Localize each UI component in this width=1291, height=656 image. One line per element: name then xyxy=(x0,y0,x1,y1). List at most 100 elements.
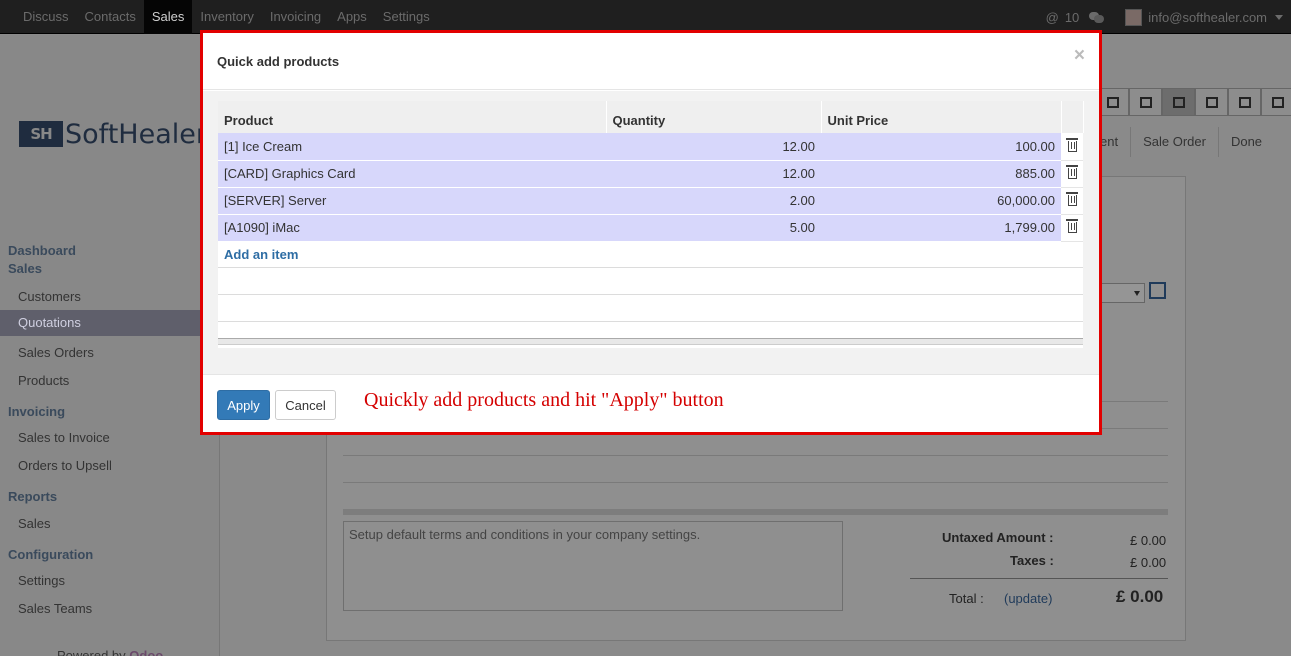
delete-row-button[interactable] xyxy=(1061,133,1083,161)
column-actions xyxy=(1061,101,1084,133)
pivot-view-button[interactable] xyxy=(1228,88,1261,116)
divider xyxy=(343,482,1168,483)
add-item-link[interactable]: Add an item xyxy=(224,247,298,262)
product-cell[interactable]: [A1090] iMac xyxy=(218,214,606,242)
graph-view-button[interactable] xyxy=(1261,88,1291,116)
trash-icon xyxy=(1065,137,1078,152)
sidebar-item-settings[interactable]: Settings xyxy=(18,573,65,588)
menu-inventory[interactable]: Inventory xyxy=(192,0,261,34)
cancel-button[interactable]: Cancel xyxy=(275,390,336,420)
avatar[interactable] xyxy=(1125,8,1143,26)
delete-row-button[interactable] xyxy=(1061,214,1083,242)
user-email[interactable]: info@softhealer.com xyxy=(1148,10,1267,25)
company-logo: SH SoftHealer xyxy=(19,117,207,151)
menu-invoicing[interactable]: Invoicing xyxy=(262,0,329,34)
column-product[interactable]: Product xyxy=(218,101,607,133)
untaxed-amount-value: £ 0.00 xyxy=(1130,533,1167,548)
divider xyxy=(343,455,1168,456)
untaxed-amount-label: Untaxed Amount : xyxy=(942,530,1054,545)
logo-mark: SH xyxy=(19,121,63,147)
status-sale-order[interactable]: Sale Order xyxy=(1130,127,1218,157)
update-link[interactable]: (update) xyxy=(1004,591,1052,606)
quantity-cell[interactable]: 2.00 xyxy=(606,187,821,215)
menu-apps[interactable]: Apps xyxy=(329,0,375,34)
terms-textarea[interactable]: Setup default terms and conditions in yo… xyxy=(343,521,843,611)
delete-row-button[interactable] xyxy=(1061,187,1083,215)
total-value: £ 0.00 xyxy=(1116,587,1164,606)
sidebar-item-sales-to-invoice[interactable]: Sales to Invoice xyxy=(18,430,110,445)
delete-row-button[interactable] xyxy=(1061,160,1083,188)
trash-icon xyxy=(1065,192,1078,206)
powered-prefix: Powered by xyxy=(57,648,126,656)
powered-by: Powered by Odoo xyxy=(57,648,163,656)
calendar-icon xyxy=(1205,96,1218,108)
status-bar: ent Sale Order Done xyxy=(1100,127,1274,157)
dialog-footer: Apply Cancel Quickly add products and hi… xyxy=(203,374,1099,432)
sidebar-item-sales-orders[interactable]: Sales Orders xyxy=(18,345,94,360)
sidebar-item-quotations[interactable]: Quotations xyxy=(0,310,200,336)
odoo-brand[interactable]: Odoo xyxy=(129,648,163,656)
unit-price-cell[interactable]: 100.00 xyxy=(821,133,1061,161)
mention-icon[interactable]: @ xyxy=(1046,10,1059,25)
sidebar: SH SoftHealer Dashboard Sales Customers … xyxy=(0,35,220,656)
quick-add-dialog: Quick add products × Product Quantity Un… xyxy=(200,30,1102,435)
unit-price-cell[interactable]: 885.00 xyxy=(821,160,1061,188)
status-sent[interactable]: ent xyxy=(1100,127,1130,157)
table-row[interactable]: [SERVER] Server 2.00 60,000.00 xyxy=(218,187,1083,215)
sidebar-head-sales: Sales xyxy=(8,261,42,276)
bar-chart-icon xyxy=(1271,96,1284,108)
grid-footer xyxy=(218,338,1083,345)
product-cell[interactable]: [1] Ice Cream xyxy=(218,133,606,161)
notification-count[interactable]: 10 xyxy=(1065,10,1079,25)
view-switcher xyxy=(1096,88,1291,116)
annotation-note: Quickly add products and hit "Apply" but… xyxy=(364,389,724,411)
unit-price-cell[interactable]: 60,000.00 xyxy=(821,187,1061,215)
systray: @ 10 info@softhealer.com xyxy=(1046,0,1283,34)
calendar-view-button[interactable] xyxy=(1195,88,1228,116)
sidebar-head-configuration: Configuration xyxy=(8,547,94,562)
unit-price-cell[interactable]: 1,799.00 xyxy=(821,214,1061,242)
trash-icon xyxy=(1065,219,1078,233)
quantity-cell[interactable]: 5.00 xyxy=(606,214,821,242)
app-menu: Discuss Contacts Sales Inventory Invoici… xyxy=(15,0,438,34)
sidebar-item-reports-sales[interactable]: Sales xyxy=(18,516,51,531)
sidebar-head-dashboard[interactable]: Dashboard xyxy=(8,243,76,258)
status-done[interactable]: Done xyxy=(1217,127,1274,157)
apply-button[interactable]: Apply xyxy=(217,390,270,420)
form-view-button[interactable] xyxy=(1162,88,1195,116)
close-icon[interactable]: × xyxy=(1074,46,1085,65)
sidebar-head-reports: Reports xyxy=(8,489,58,504)
sidebar-item-sales-teams[interactable]: Sales Teams xyxy=(18,601,92,616)
kanban-view-button[interactable] xyxy=(1129,88,1162,116)
sidebar-item-products[interactable]: Products xyxy=(18,373,69,388)
taxes-value: £ 0.00 xyxy=(1130,555,1167,570)
menu-contacts[interactable]: Contacts xyxy=(77,0,144,34)
column-quantity[interactable]: Quantity xyxy=(606,101,822,133)
dialog-title: Quick add products xyxy=(217,54,340,69)
sidebar-head-invoicing: Invoicing xyxy=(8,404,66,419)
table-row[interactable]: [A1090] iMac 5.00 1,799.00 xyxy=(218,214,1083,242)
external-link-icon[interactable] xyxy=(1149,282,1166,299)
product-cell[interactable]: [CARD] Graphics Card xyxy=(218,160,606,188)
sidebar-item-customers[interactable]: Customers xyxy=(18,289,81,304)
menu-discuss[interactable]: Discuss xyxy=(15,0,77,34)
dialog-body: Product Quantity Unit Price [1] Ice Crea… xyxy=(203,91,1099,374)
quantity-cell[interactable]: 12.00 xyxy=(606,160,821,188)
menu-sales[interactable]: Sales xyxy=(143,0,193,34)
table-row[interactable]: [1] Ice Cream 12.00 100.00 xyxy=(218,133,1083,161)
empty-row xyxy=(218,266,1083,294)
chevron-down-icon[interactable] xyxy=(1275,14,1283,20)
trash-icon xyxy=(1065,165,1078,179)
quantity-cell[interactable]: 12.00 xyxy=(606,133,821,161)
logo-text: SoftHealer xyxy=(65,118,207,150)
product-cell[interactable]: [SERVER] Server xyxy=(218,187,606,215)
chat-icon[interactable] xyxy=(1089,12,1105,23)
product-grid: Product Quantity Unit Price [1] Ice Crea… xyxy=(218,101,1084,348)
sidebar-item-orders-to-upsell[interactable]: Orders to Upsell xyxy=(18,458,112,473)
table-row[interactable]: [CARD] Graphics Card 12.00 885.00 xyxy=(218,160,1083,188)
divider xyxy=(910,578,1168,579)
menu-settings[interactable]: Settings xyxy=(375,0,438,34)
column-unit-price[interactable]: Unit Price xyxy=(821,101,1062,133)
form-select[interactable] xyxy=(1100,283,1145,303)
add-item-row: Add an item xyxy=(218,241,1083,268)
